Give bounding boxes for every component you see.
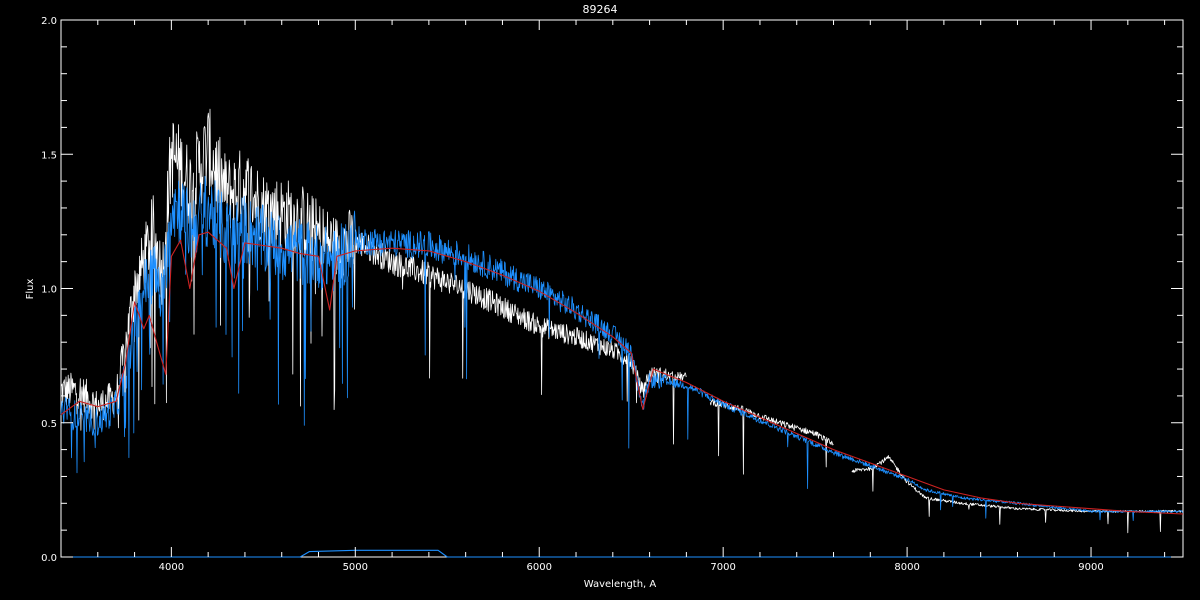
chart-title: 89264 xyxy=(583,3,618,16)
chart-background xyxy=(0,0,1200,600)
y-tick-label: 0.0 xyxy=(41,553,57,564)
x-tick-label: 9000 xyxy=(1078,562,1103,573)
y-tick-label: 2.0 xyxy=(41,16,57,27)
y-axis-label: Flux xyxy=(25,279,36,300)
x-tick-label: 4000 xyxy=(159,562,184,573)
y-tick-label: 0.5 xyxy=(41,419,57,430)
x-tick-label: 5000 xyxy=(343,562,368,573)
x-axis-label: Wavelength, A xyxy=(584,579,657,590)
y-tick-label: 1.5 xyxy=(41,150,57,161)
x-tick-label: 6000 xyxy=(527,562,552,573)
x-tick-label: 8000 xyxy=(894,562,919,573)
x-tick-label: 7000 xyxy=(710,562,735,573)
y-tick-label: 1.0 xyxy=(41,285,57,296)
spectrum-chart: 4000 5000 6000 7000 8000 90000.00.51.01.52.0 … xyxy=(0,0,1200,600)
